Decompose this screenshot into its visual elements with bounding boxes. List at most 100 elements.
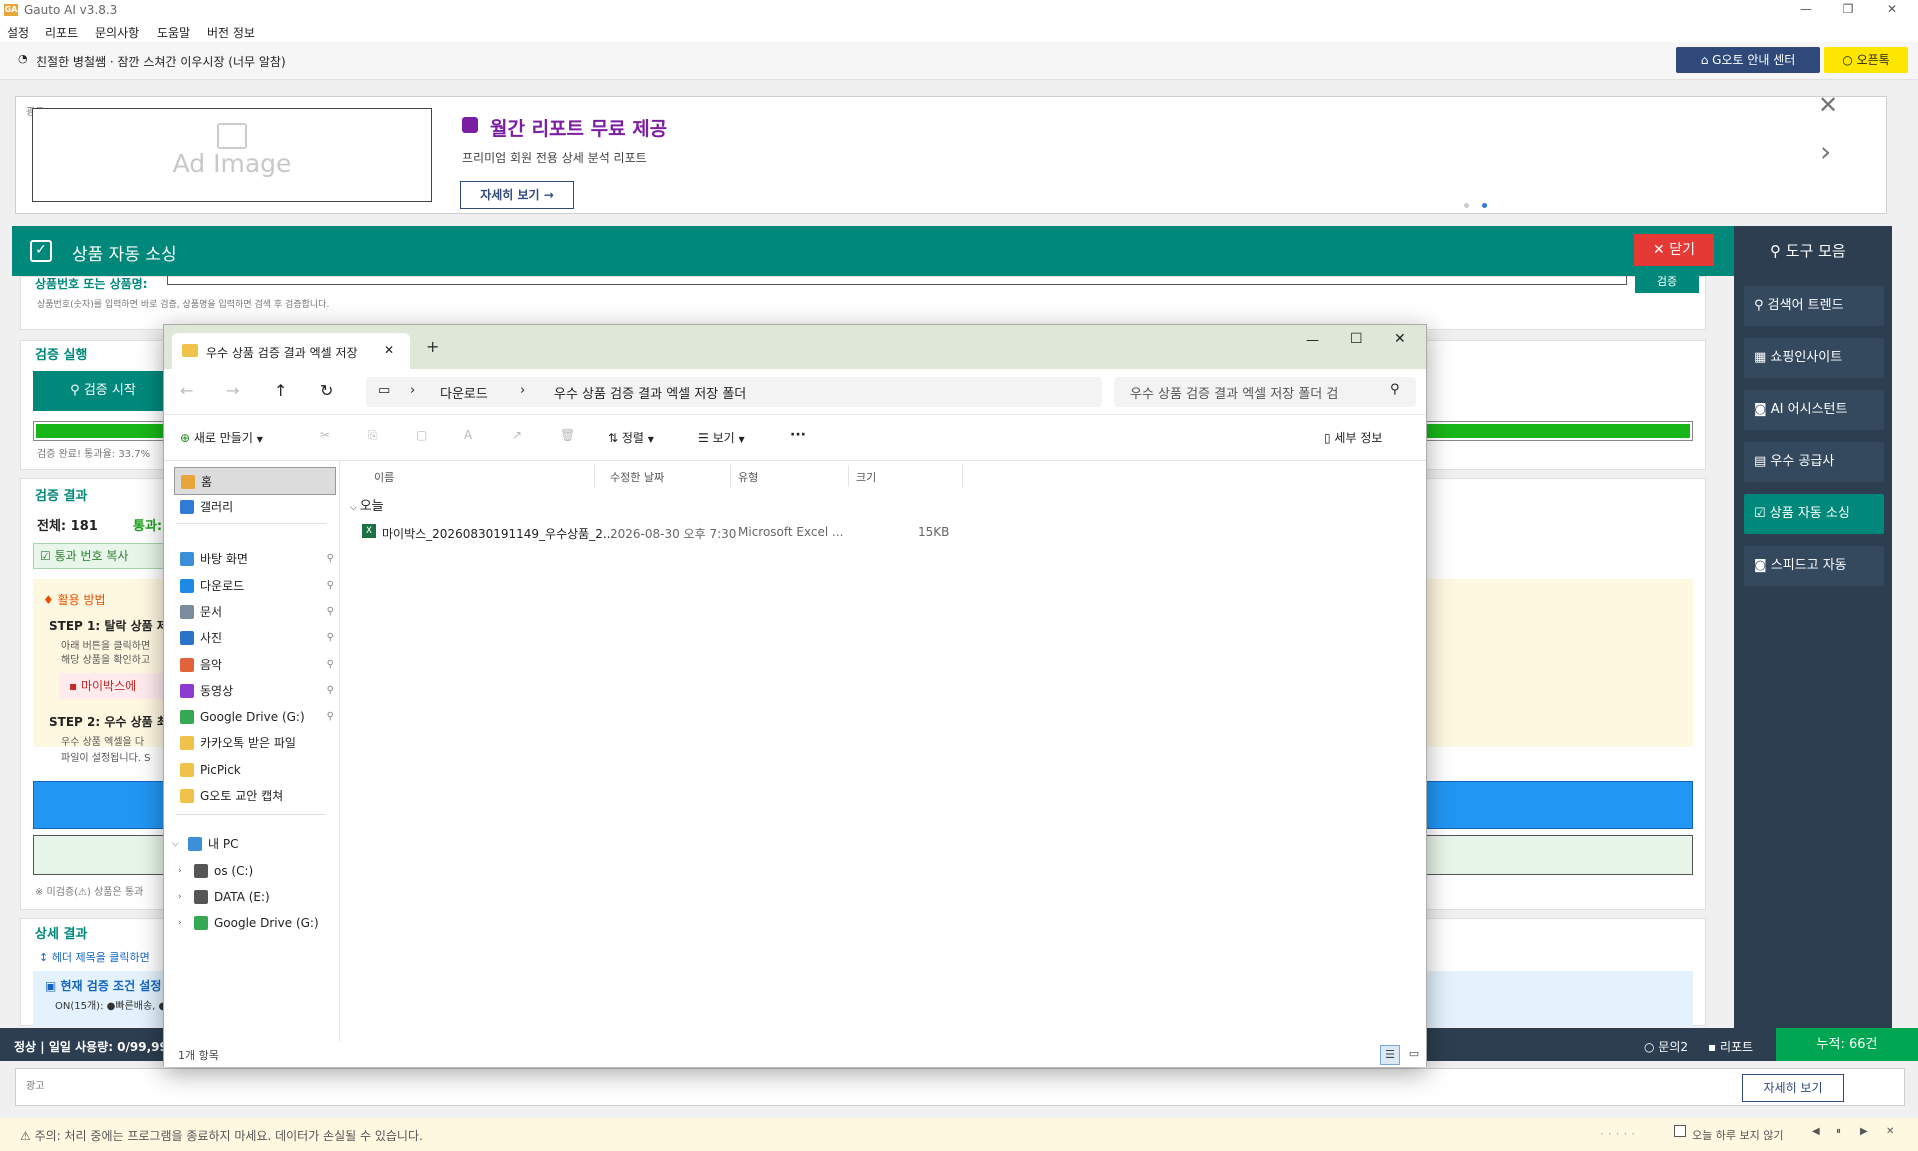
nav-item[interactable]: 갤러리 [174, 493, 336, 521]
pager-dots[interactable]: ····· [1600, 1127, 1639, 1141]
col-date[interactable]: 수정한 날짜 [610, 469, 664, 485]
forward-icon[interactable]: → [226, 381, 239, 400]
copy-pass-button[interactable]: ☑ 통과 번호 복사 [33, 543, 167, 569]
nav-item[interactable]: 다운로드 ⚲ [174, 572, 336, 600]
pause-icon[interactable]: ⏸ [1836, 1126, 1841, 1137]
nav-item[interactable]: PicPick [174, 756, 336, 784]
menu-settings[interactable]: 설정 [7, 24, 29, 41]
details-button[interactable]: ▯ 세부 정보 [1324, 429, 1382, 446]
nav-item[interactable]: 사진 ⚲ [174, 624, 336, 652]
details-view-icon[interactable]: ☰ [1380, 1045, 1400, 1065]
chevron-right-icon[interactable]: › [178, 857, 182, 885]
col-separator[interactable] [848, 465, 849, 487]
nav-item[interactable]: 홈 [174, 467, 336, 495]
nav-item[interactable]: 음악 ⚲ [174, 651, 336, 679]
breadcrumb-downloads[interactable]: 다운로드 [440, 383, 488, 402]
rename-icon[interactable]: A [464, 428, 472, 442]
gift-icon [462, 117, 478, 133]
ad-dot[interactable] [1464, 203, 1469, 208]
explorer-minimize-button[interactable]: — [1306, 333, 1319, 348]
close-window-button[interactable]: ✕ [1872, 2, 1912, 20]
prev-icon[interactable]: ◀ [1812, 1126, 1820, 1137]
explorer-tab[interactable]: 우수 상품 검증 결과 엑셀 저장 ✕ [172, 333, 410, 369]
new-button[interactable]: ⊕ 새로 만들기 ▼ [180, 429, 263, 446]
dont-show-checkbox[interactable] [1674, 1125, 1686, 1137]
delete-icon[interactable]: 🗑 [560, 428, 575, 442]
view-button[interactable]: ☰ 보기 ▼ [698, 429, 745, 446]
back-icon[interactable]: ← [180, 381, 193, 400]
product-input[interactable] [167, 275, 1627, 285]
ad-image[interactable]: Ad Image [32, 108, 432, 202]
tree-item[interactable]: › DATA (E:) [178, 883, 342, 911]
share-icon[interactable]: ↗ [512, 428, 522, 442]
guide-center-button[interactable]: ⌂ G오토 안내 센터 [1676, 47, 1820, 73]
chevron-right-icon[interactable]: › [178, 909, 182, 937]
group-header[interactable]: ⌵ 오늘 [350, 495, 384, 514]
breadcrumb[interactable]: ▭ › 다운로드 › 우수 상품 검증 결과 엑셀 저장 폴더 [366, 377, 1102, 407]
up-icon[interactable]: ↑ [274, 381, 287, 400]
nav-item[interactable]: 카카오톡 받은 파일 [174, 729, 336, 757]
copy-icon[interactable]: ⎘ [368, 428, 378, 443]
tool-top-supplier[interactable]: ▤ 우수 공급사 [1744, 442, 1884, 482]
tiles-view-icon[interactable]: ▭ [1404, 1045, 1424, 1065]
minimize-button[interactable]: — [1786, 2, 1826, 20]
col-name[interactable]: 이름 [374, 469, 394, 485]
new-tab-icon[interactable]: + [426, 337, 439, 356]
chevron-down-icon[interactable]: ⌵ [172, 830, 179, 858]
refresh-icon[interactable]: ↻ [320, 381, 333, 400]
menu-report[interactable]: 리포트 [45, 24, 78, 41]
tab-close-icon[interactable]: ✕ [384, 343, 394, 357]
restore-button[interactable]: ❐ [1828, 2, 1868, 20]
tool-speedgo-auto[interactable]: ◙ 스피드고 자동 [1744, 546, 1884, 586]
tool-ai-assistant[interactable]: ◙ AI 어시스턴트 [1744, 390, 1884, 430]
ad-close-icon[interactable]: ✕ [1818, 91, 1838, 119]
maibox-button[interactable]: ▪ 마이박스에 [59, 673, 169, 699]
nav-item[interactable]: 바탕 화면 ⚲ [174, 545, 336, 573]
nav-item[interactable]: Google Drive (G:) ⚲ [174, 703, 336, 731]
start-verify-button[interactable]: ⚲ 검증 시작 [33, 371, 173, 411]
close-icon[interactable]: ✕ [1886, 1126, 1894, 1137]
paste-icon[interactable]: ▢ [416, 428, 427, 442]
tool-search-trend[interactable]: ⚲ 검색어 트렌드 [1744, 286, 1884, 326]
nav-item[interactable]: 동영상 ⚲ [174, 677, 336, 705]
document-icon [180, 604, 194, 619]
ad-detail-button[interactable]: 자세히 보기 → [460, 181, 574, 209]
tool-shopping-insight[interactable]: ▦ 쇼핑인사이트 [1744, 338, 1884, 378]
col-separator[interactable] [594, 465, 595, 487]
file-row[interactable]: X 마이박스_20260830191149_우수상품_2... 2026-08-… [358, 521, 978, 543]
col-separator[interactable] [730, 465, 731, 487]
breadcrumb-folder[interactable]: 우수 상품 검증 결과 엑셀 저장 폴더 [554, 383, 746, 402]
bottom-ad-detail-button[interactable]: 자세히 보기 [1742, 1074, 1844, 1102]
sort-button[interactable]: ⇅ 정렬 ▼ [608, 429, 654, 446]
menu-version[interactable]: 버전 정보 [207, 24, 255, 41]
close-panel-button[interactable]: ✕ 닫기 [1634, 234, 1714, 266]
search-box[interactable]: 우수 상품 검증 결과 엑셀 저장 폴더 검 ⚲ [1114, 377, 1416, 407]
tree-item[interactable]: › Google Drive (G:) [178, 909, 342, 937]
col-type[interactable]: 유형 [738, 469, 758, 485]
verify-button[interactable]: 검증 [1635, 275, 1699, 293]
inquiry-status[interactable]: ○ 문의2 [1644, 1038, 1688, 1055]
tree-item[interactable]: ⌵ 내 PC [172, 830, 336, 858]
cut-icon[interactable]: ✂ [320, 428, 330, 442]
ad-dot-active[interactable] [1482, 203, 1487, 208]
more-button[interactable]: ··· [790, 427, 806, 443]
report-status[interactable]: ▪ 리포트 [1708, 1038, 1753, 1055]
col-separator[interactable] [962, 465, 963, 487]
menu-help[interactable]: 도움말 [157, 24, 190, 41]
explorer-close-button[interactable]: ✕ [1394, 331, 1406, 347]
tool-auto-sourcing[interactable]: ☑ 상품 자동 소싱 [1744, 494, 1884, 534]
ad-title: 월간 리포트 무료 제공 [490, 118, 668, 140]
open-chat-button[interactable]: ○ 오픈톡 [1824, 47, 1908, 73]
ad-next-arrow[interactable]: › [1820, 135, 1831, 168]
chevron-right-icon[interactable]: › [178, 883, 182, 911]
menu-inquiry[interactable]: 문의사항 [95, 24, 139, 41]
col-size[interactable]: 크기 [856, 469, 876, 485]
explorer-maximize-button[interactable]: ☐ [1350, 331, 1363, 347]
explorer-address-bar: ← → ↑ ↻ ▭ › 다운로드 › 우수 상품 검증 결과 엑셀 저장 폴더 … [164, 369, 1426, 415]
nav-item[interactable]: G오토 교안 캡쳐 [174, 782, 336, 810]
usage-status: 정상 | 일일 사용량: 0/99,99 [14, 1040, 168, 1054]
notice-text[interactable]: 친절한 병철쌤 · 잠깐 스쳐간 이우시장 (너무 알참) [36, 53, 286, 70]
tree-item[interactable]: › os (C:) [178, 857, 342, 885]
next-icon[interactable]: ▶ [1860, 1126, 1868, 1137]
nav-item[interactable]: 문서 ⚲ [174, 598, 336, 626]
